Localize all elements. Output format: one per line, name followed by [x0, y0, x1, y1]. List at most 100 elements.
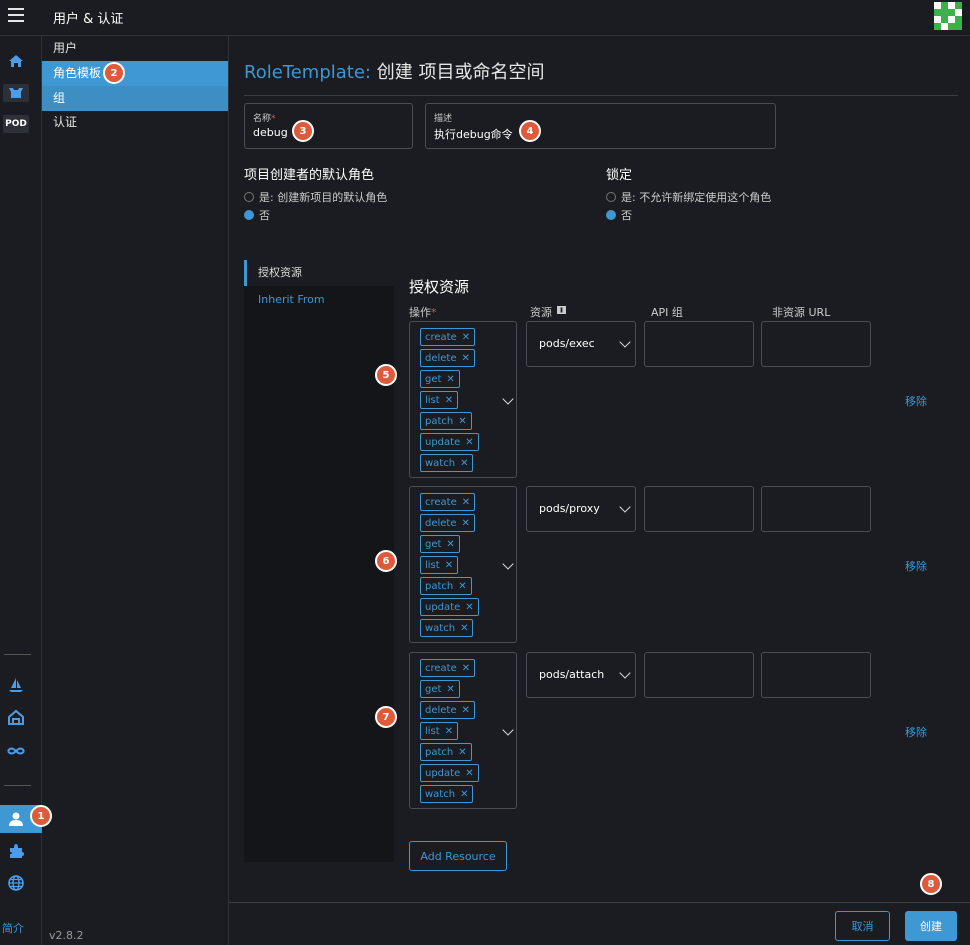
remove-chip-icon[interactable]: ✕ [458, 581, 466, 592]
verb-chip: delete ✕ [420, 701, 475, 719]
verb-chip: create ✕ [420, 328, 476, 346]
default-role-title: 项目创建者的默认角色 [244, 168, 375, 183]
remove-chip-icon[interactable]: ✕ [465, 768, 473, 779]
api-group-input[interactable] [644, 321, 754, 367]
radio-circle [244, 192, 254, 202]
remove-chip-icon[interactable]: ✕ [458, 747, 466, 758]
user-icon[interactable] [5, 808, 27, 830]
page-title-prefix: RoleTemplate: [244, 62, 371, 83]
resource-select[interactable]: pods/proxy [526, 486, 636, 532]
remove-rule-link[interactable]: 移除 [905, 724, 927, 740]
verb-chip: list ✕ [420, 391, 459, 409]
remove-chip-icon[interactable]: ✕ [465, 602, 473, 613]
radio-label: 否 [259, 209, 270, 222]
locked-yes-radio[interactable]: 是: 不允许新绑定使用这个角色 [606, 189, 771, 205]
verb-chip: watch ✕ [420, 454, 474, 472]
api-group-input[interactable] [644, 486, 754, 532]
remove-chip-icon[interactable]: ✕ [445, 560, 453, 571]
remove-chip-icon[interactable]: ✕ [465, 437, 473, 448]
resource-select[interactable]: pods/exec [526, 321, 636, 367]
nav-item-auth[interactable]: 认证 [42, 110, 228, 135]
verb-chip: update ✕ [420, 598, 479, 616]
nav-item-role-templates[interactable]: 角色模板 [42, 61, 228, 86]
tab-inherit-from[interactable]: Inherit From [244, 287, 394, 313]
remove-chip-icon[interactable]: ✕ [462, 497, 470, 508]
users-auth-nav: 用户 角色模板 组 认证 v2.8.2 [42, 36, 229, 945]
verbs-select[interactable]: create ✕ get ✕ delete ✕ list ✕ patch ✕ update… [409, 652, 517, 809]
nav-item-users[interactable]: 用户 [42, 36, 228, 61]
non-resource-url-input[interactable] [761, 652, 871, 698]
remove-chip-icon[interactable]: ✕ [445, 726, 453, 737]
radio-circle [606, 192, 616, 202]
sailboat-icon[interactable] [5, 674, 27, 696]
verb-chip: get ✕ [420, 680, 460, 698]
info-icon[interactable] [556, 305, 567, 316]
tab-grant-resources[interactable]: 授权资源 [244, 260, 394, 286]
menu-icon[interactable] [8, 8, 24, 22]
default-role-yes-radio[interactable]: 是: 创建新项目的默认角色 [244, 189, 387, 205]
nav-item-groups[interactable]: 组 [42, 86, 228, 111]
remove-chip-icon[interactable]: ✕ [462, 663, 470, 674]
rancher-link-icon[interactable] [5, 740, 27, 762]
verb-chip: patch ✕ [420, 743, 472, 761]
extensions-puzzle-icon[interactable] [5, 840, 27, 862]
resource-select[interactable]: pods/attach [526, 652, 636, 698]
cluster-badge-icon[interactable] [3, 84, 29, 102]
footer-divider [229, 902, 970, 903]
side-tabs: 授权资源 Inherit From [244, 260, 394, 862]
chevron-down-icon [619, 336, 631, 348]
remove-chip-icon[interactable]: ✕ [460, 789, 468, 800]
remove-chip-icon[interactable]: ✕ [446, 684, 454, 695]
verb-chip: create ✕ [420, 493, 476, 511]
add-resource-button[interactable]: Add Resource [409, 841, 507, 871]
remove-chip-icon[interactable]: ✕ [446, 539, 454, 550]
home-icon[interactable] [5, 50, 27, 72]
locked-title: 锁定 [606, 168, 633, 183]
about-link[interactable]: 简介 [2, 920, 24, 936]
remove-rule-link[interactable]: 移除 [905, 558, 927, 574]
locked-no-radio[interactable]: 否 [606, 207, 632, 223]
title-divider [244, 95, 958, 96]
description-field[interactable]: 描述 执行debug命令 [425, 103, 776, 149]
chevron-down-icon [502, 558, 514, 570]
chevron-down-icon [619, 501, 631, 513]
default-role-no-radio[interactable]: 否 [244, 207, 270, 223]
globe-icon[interactable] [5, 872, 27, 894]
annotation-marker-8: 8 [920, 873, 942, 895]
api-group-column-header: API 组 [651, 306, 683, 319]
non-resource-url-column-header: 非资源 URL [772, 306, 831, 319]
cluster-logo-icon[interactable] [934, 2, 962, 30]
pod-badge[interactable]: POD [3, 115, 29, 133]
description-value: 执行debug命令 [434, 128, 513, 141]
remove-chip-icon[interactable]: ✕ [462, 332, 470, 343]
verb-chip: patch ✕ [420, 412, 472, 430]
remove-chip-icon[interactable]: ✕ [445, 395, 453, 406]
create-button[interactable]: 创建 [905, 911, 957, 941]
non-resource-url-input[interactable] [761, 486, 871, 532]
verb-chip: list ✕ [420, 722, 459, 740]
cancel-button[interactable]: 取消 [835, 911, 890, 941]
verb-chip: get ✕ [420, 535, 460, 553]
verb-chip: watch ✕ [420, 785, 474, 803]
required-mark: * [431, 306, 437, 319]
remove-chip-icon[interactable]: ✕ [462, 353, 470, 364]
radio-circle [244, 210, 254, 220]
remove-chip-icon[interactable]: ✕ [462, 518, 470, 529]
api-group-input[interactable] [644, 652, 754, 698]
remove-chip-icon[interactable]: ✕ [446, 374, 454, 385]
name-field[interactable]: 名称* debug [244, 103, 413, 149]
radio-label: 是: 创建新项目的默认角色 [259, 191, 388, 204]
remove-rule-link[interactable]: 移除 [905, 393, 927, 409]
remove-chip-icon[interactable]: ✕ [460, 458, 468, 469]
remove-chip-icon[interactable]: ✕ [460, 623, 468, 634]
non-resource-url-input[interactable] [761, 321, 871, 367]
remove-chip-icon[interactable]: ✕ [462, 705, 470, 716]
verbs-column-header: 操作* [409, 306, 437, 319]
app-section-title: 用户 & 认证 [53, 12, 124, 27]
annotation-marker-6: 6 [375, 550, 397, 572]
verbs-select[interactable]: create ✕ delete ✕ get ✕ list ✕ patch ✕ update… [409, 321, 517, 478]
fleet-icon[interactable] [5, 706, 27, 728]
remove-chip-icon[interactable]: ✕ [458, 416, 466, 427]
verb-chip: patch ✕ [420, 577, 472, 595]
verbs-select[interactable]: create ✕ delete ✕ get ✕ list ✕ patch ✕ update… [409, 486, 517, 643]
